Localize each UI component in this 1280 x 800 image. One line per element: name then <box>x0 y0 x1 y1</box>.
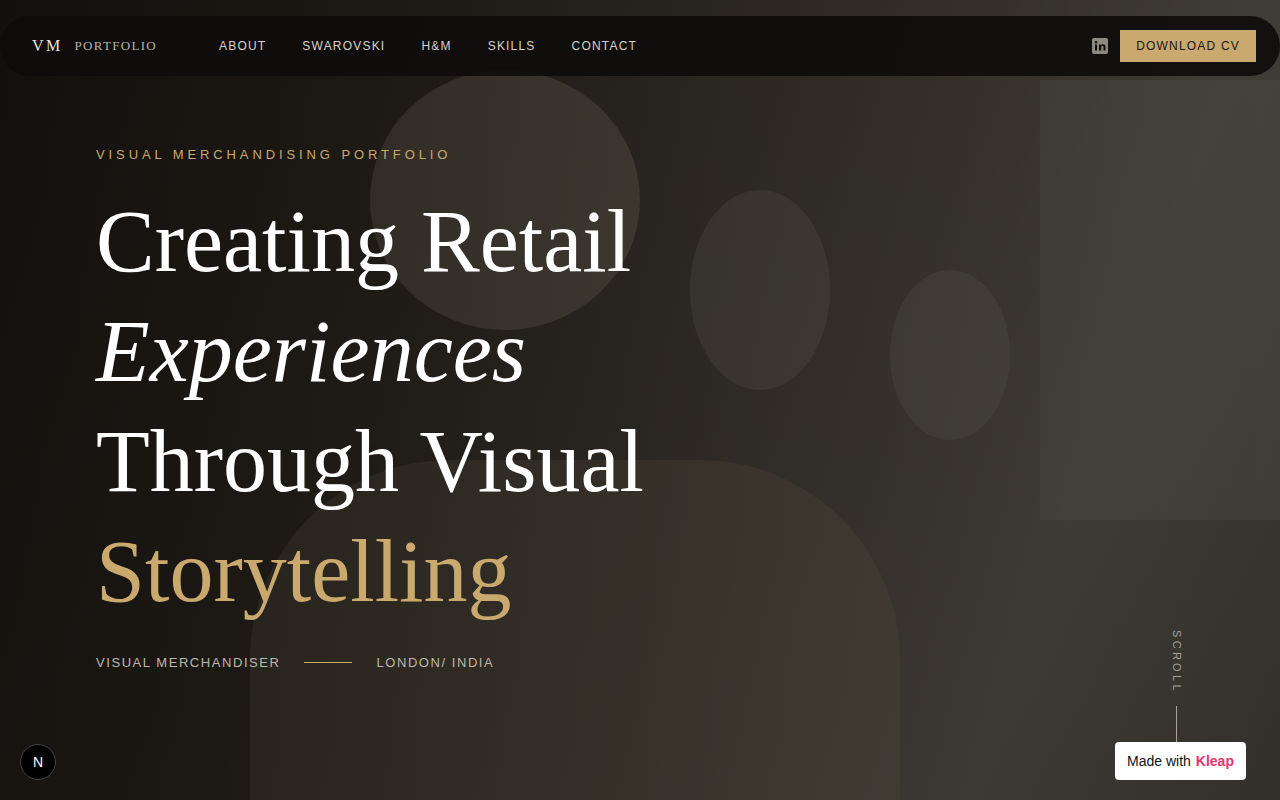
headline-line: Creating Retail <box>96 187 1280 297</box>
headline-line: Storytelling <box>96 517 1280 627</box>
nav-link[interactable]: SKILLS <box>488 37 536 55</box>
headline: Creating RetailExperiencesThrough Visual… <box>96 187 1280 627</box>
divider-line <box>304 662 352 663</box>
logo-text: PORTFOLIO <box>75 36 157 56</box>
made-with-badge[interactable]: Made with Kleap <box>1115 742 1246 780</box>
dev-badge-label: N <box>33 752 43 773</box>
hero-content: VISUAL MERCHANDISING PORTFOLIO Creating … <box>0 0 1280 672</box>
headline-line: Through Visual <box>96 407 1280 517</box>
linkedin-icon[interactable] <box>1092 38 1108 54</box>
logo-mark: VM <box>32 34 63 58</box>
scroll-line <box>1176 706 1177 746</box>
scroll-indicator[interactable]: SCROLL <box>1168 630 1185 746</box>
nav-link[interactable]: H&M <box>421 37 451 55</box>
made-with-brand: Kleap <box>1196 751 1234 772</box>
nav-link[interactable]: SWAROVSKI <box>302 37 385 55</box>
nav-link[interactable]: CONTACT <box>572 37 638 55</box>
overlay <box>0 0 1280 800</box>
dev-badge[interactable]: N <box>20 744 56 780</box>
made-with-prefix: Made with <box>1127 751 1191 772</box>
top-nav: VM PORTFOLIO ABOUT SWAROVSKI H&M SKILLS CONT… <box>0 16 1280 76</box>
nav-links: ABOUT SWAROVSKI H&M SKILLS CONTACT <box>219 37 637 55</box>
hero-section: VM PORTFOLIO ABOUT SWAROVSKI H&M SKILLS CONT… <box>0 0 1280 800</box>
download-cv-label: DOWNLOAD CV <box>1136 37 1240 55</box>
role: VISUAL MERCHANDISER <box>96 653 280 673</box>
eyebrow: VISUAL MERCHANDISING PORTFOLIO <box>96 145 1280 165</box>
scroll-label: SCROLL <box>1168 630 1185 694</box>
download-cv-button[interactable]: DOWNLOAD CV <box>1120 30 1256 62</box>
location: LONDON/ INDIA <box>376 653 494 673</box>
headline-line: Experiences <box>96 297 1280 407</box>
logo[interactable]: VM PORTFOLIO <box>32 34 219 58</box>
nav-link[interactable]: ABOUT <box>219 37 266 55</box>
